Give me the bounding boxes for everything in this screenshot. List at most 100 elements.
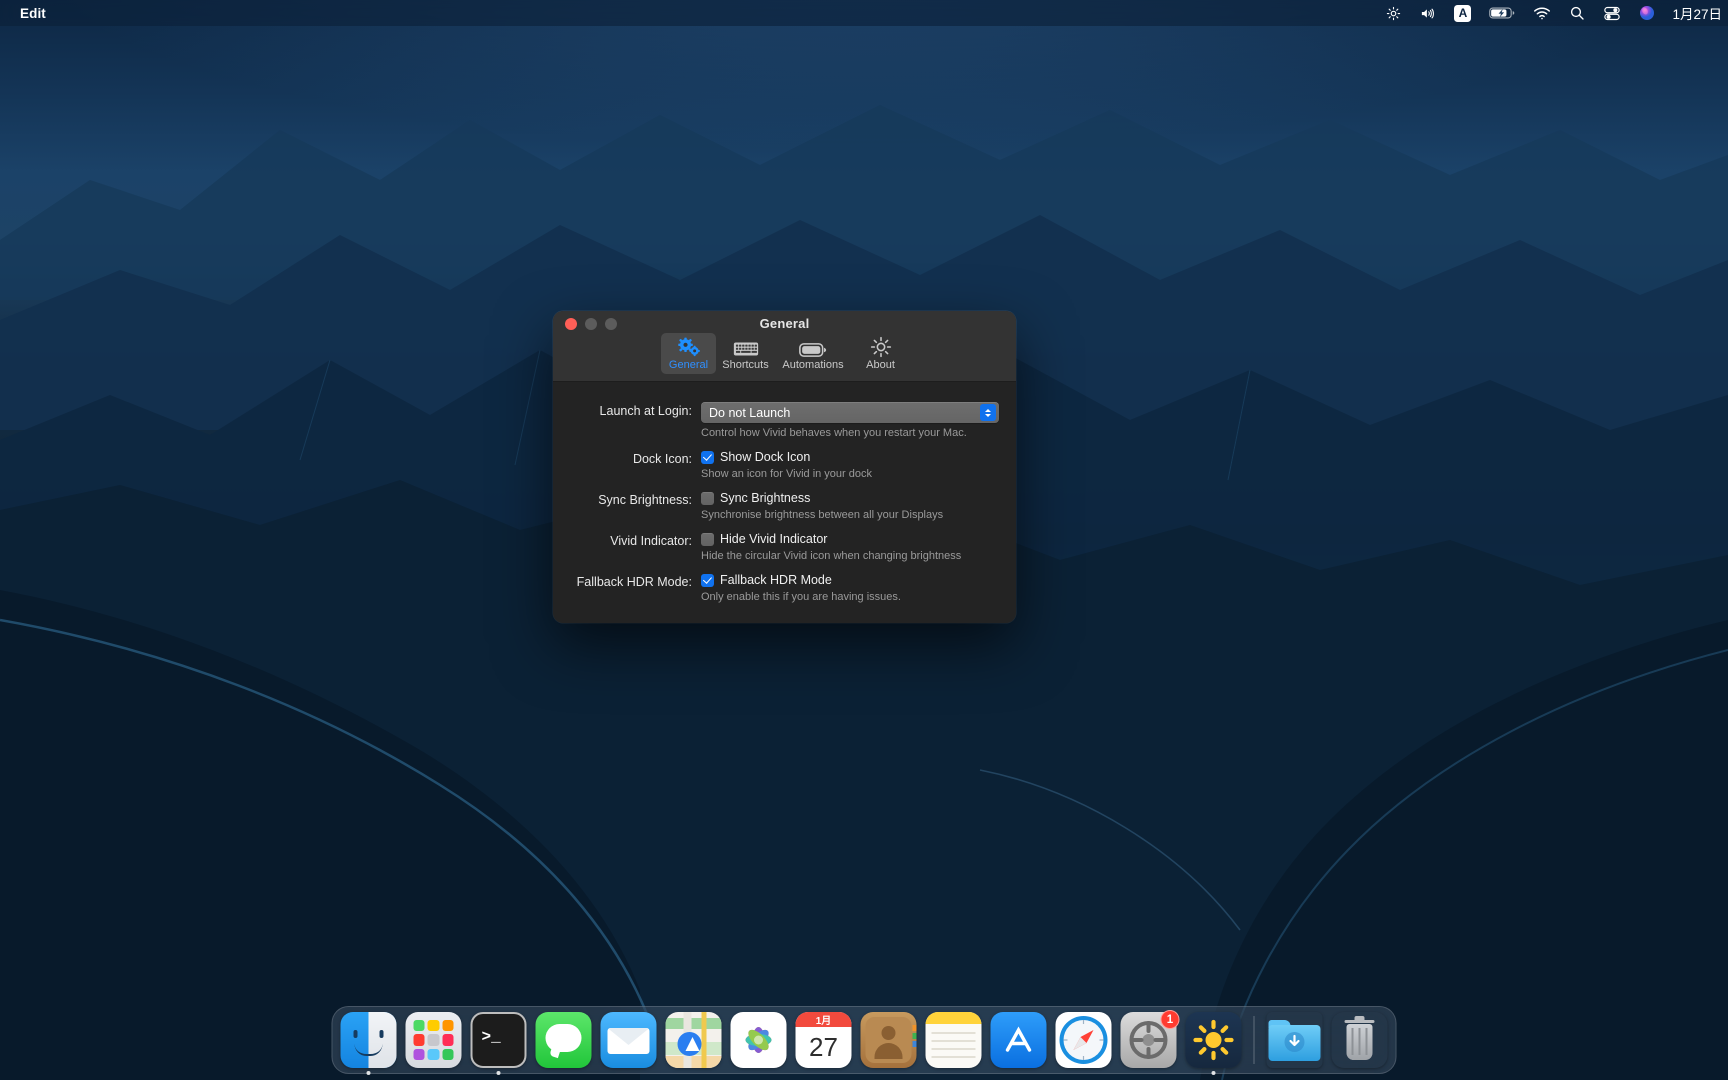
sync-brightness-checkbox-label: Sync Brightness [720,491,811,505]
dock-item-trash[interactable] [1332,1012,1388,1068]
sun-icon [870,336,892,358]
launch-at-login-popup[interactable]: Do not Launch [701,402,999,423]
launch-at-login-label: Launch at Login: [599,404,692,418]
setting-row-launch-at-login: Launch at Login: Do not Launch Control h… [553,402,1016,448]
launch-at-login-value: Do not Launch [709,405,791,420]
sync-brightness-body: Sync Brightness Synchronise brightness b… [701,491,1016,530]
menubar-left: Edit [0,6,55,21]
trash-icon [1332,1012,1388,1068]
fallback-hdr-mode-checkbox-row[interactable]: Fallback HDR Mode [701,573,1000,587]
vivid-icon [1185,1012,1242,1068]
vivid-indicator-description: Hide the circular Vivid icon when changi… [701,550,962,562]
dock-item-app-store[interactable] [990,1012,1047,1068]
contacts-icon [860,1012,917,1068]
sync-brightness-description: Synchronise brightness between all your … [701,509,944,521]
downloads-folder-icon [1267,1012,1323,1068]
tab-automations[interactable]: Automations [775,333,851,374]
calendar-icon: 1月 27 [795,1012,852,1068]
launch-at-login-body: Do not Launch Control how Vivid behaves … [701,402,1016,448]
notes-icon [925,1012,982,1068]
dock-item-system-preferences[interactable]: 1 [1120,1010,1180,1068]
tab-automations-label: Automations [782,359,844,371]
dock: >_ 1月 27 1 [331,1006,1397,1075]
dock-item-messages[interactable] [535,1012,592,1068]
menubar-clock[interactable]: 1月27日 [1664,3,1726,23]
minimize-button[interactable] [585,318,597,330]
gears-icon [676,336,702,358]
fallback-hdr-mode-label: Fallback HDR Mode: [576,575,692,589]
dock-item-terminal[interactable]: >_ [470,1012,527,1075]
dock-separator [1253,1016,1255,1064]
dock-item-mail[interactable] [600,1012,657,1068]
battery-icon [799,336,827,358]
window-traffic-lights [565,318,617,330]
hide-vivid-indicator-checkbox[interactable] [701,532,714,546]
terminal-icon: >_ [470,1012,527,1068]
setting-row-vivid-indicator: Vivid Indicator: Hide Vivid Indicator Hi… [553,532,1016,571]
input-source-icon[interactable]: A [1445,0,1480,26]
fallback-hdr-mode-body: Fallback HDR Mode Only enable this if yo… [701,573,1016,612]
preferences-toolbar: General Shortcuts Automations About [553,333,1016,374]
dock-item-maps[interactable] [665,1012,722,1068]
battery-charging-icon[interactable] [1480,0,1524,26]
running-indicator [1211,1071,1216,1075]
close-button[interactable] [565,318,577,330]
launchpad-icon [405,1012,462,1068]
show-dock-icon-checkbox-row[interactable]: Show Dock Icon [701,450,1000,464]
tab-general-label: General [668,359,709,371]
dock-icon-description: Show an icon for Vivid in your dock [701,468,872,480]
running-indicator [366,1071,371,1075]
mail-icon [600,1012,657,1068]
keyboard-icon [733,336,759,358]
fallback-hdr-mode-checkbox[interactable] [701,573,714,587]
setting-row-sync-brightness: Sync Brightness: Sync Brightness Synchro… [553,491,1016,530]
setting-row-fallback-hdr-mode: Fallback HDR Mode: Fallback HDR Mode Onl… [553,573,1016,612]
messages-icon [535,1012,592,1068]
control-center-icon[interactable] [1594,0,1630,26]
sync-brightness-checkbox[interactable] [701,491,714,505]
window-titlebar: General General Shortcuts Automations Ab… [553,311,1016,382]
tab-general[interactable]: General [661,333,716,374]
zoom-button[interactable] [605,318,617,330]
sync-brightness-checkbox-row[interactable]: Sync Brightness [701,491,1000,505]
app-store-icon [990,1012,1047,1068]
menubar-app-menu[interactable]: Edit [11,6,55,21]
hide-vivid-indicator-checkbox-row[interactable]: Hide Vivid Indicator [701,532,1000,546]
setting-row-dock-icon: Dock Icon: Show Dock Icon Show an icon f… [553,450,1016,489]
tab-about[interactable]: About [853,333,908,374]
wifi-icon[interactable] [1524,0,1560,26]
menubar: Edit A 1月27日 [0,0,1728,26]
show-dock-icon-checkbox[interactable] [701,450,714,464]
dock-icon-body: Show Dock Icon Show an icon for Vivid in… [701,450,1016,489]
dock-icon-label: Dock Icon: [632,452,692,466]
brightness-icon[interactable] [1377,0,1410,26]
siri-icon[interactable] [1630,0,1664,26]
spotlight-search-icon[interactable] [1560,0,1594,26]
fallback-hdr-mode-checkbox-label: Fallback HDR Mode [720,573,832,587]
tab-shortcuts[interactable]: Shortcuts [718,333,773,374]
vivid-indicator-label: Vivid Indicator: [610,534,692,548]
dock-item-safari[interactable] [1055,1012,1112,1068]
volume-icon[interactable] [1410,0,1445,26]
launch-at-login-description: Control how Vivid behaves when you resta… [701,427,967,439]
dock-item-downloads-folder[interactable] [1267,1012,1323,1068]
window-title: General [759,316,810,331]
vivid-indicator-body: Hide Vivid Indicator Hide the circular V… [701,532,1016,571]
finder-icon [340,1012,397,1068]
calendar-day: 27 [809,1032,838,1062]
dock-item-calendar[interactable]: 1月 27 [795,1012,852,1068]
dock-item-photos[interactable] [730,1012,787,1068]
sync-brightness-label: Sync Brightness: [598,493,692,507]
dock-item-launchpad[interactable] [405,1012,462,1068]
vivid-preferences-window: General General Shortcuts Automations Ab… [553,311,1016,623]
dock-item-contacts[interactable] [860,1012,917,1068]
general-settings-form: Launch at Login: Do not Launch Control h… [553,382,1016,612]
safari-icon [1055,1012,1112,1068]
dock-item-finder[interactable] [340,1012,397,1075]
dock-item-vivid[interactable] [1185,1012,1242,1075]
chevron-updown-icon [980,404,996,421]
fallback-hdr-mode-description: Only enable this if you are having issue… [701,591,901,603]
running-indicator [496,1071,501,1075]
dock-item-notes[interactable] [925,1012,982,1068]
hide-vivid-indicator-label: Hide Vivid Indicator [720,532,828,546]
